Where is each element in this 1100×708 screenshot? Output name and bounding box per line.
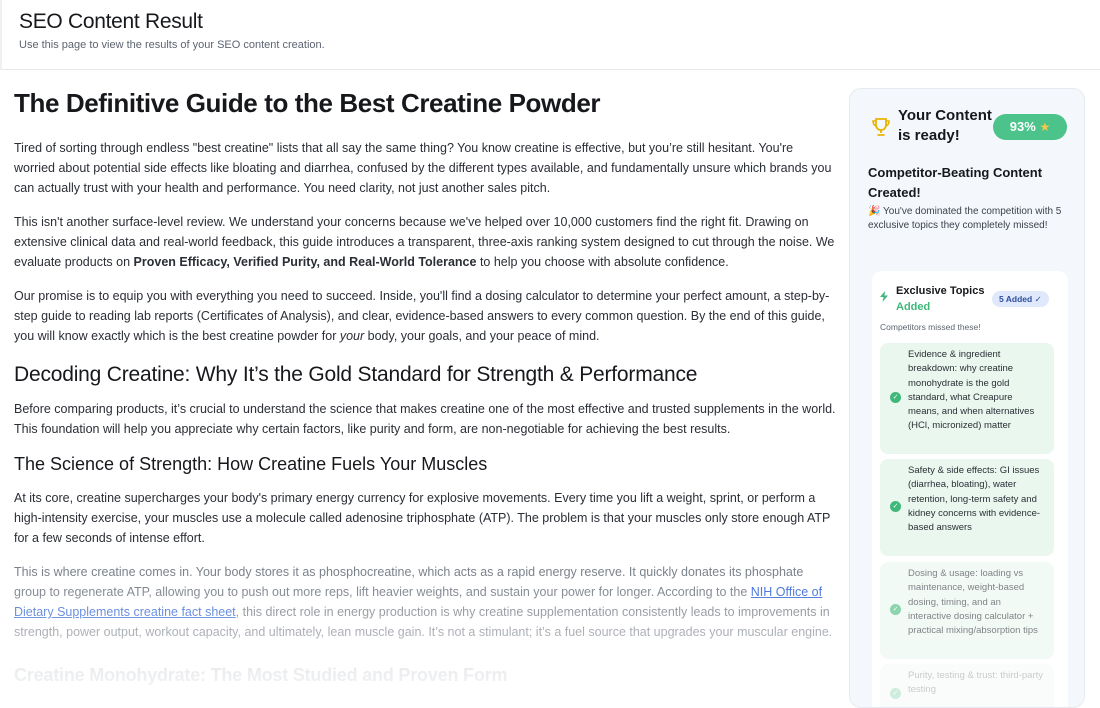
intro-paragraph-2: This isn't another surface-level review.… <box>14 212 836 272</box>
lightning-icon-graphic <box>880 291 888 302</box>
topic-text: Safety & side effects: GI issues (diarrh… <box>908 465 1041 534</box>
check-circle-icon: ✓ <box>890 501 901 512</box>
topic-text: Evidence & ingredient breakdown: why cre… <box>908 349 1035 432</box>
topic-item: ✓ Dosing & usage: loading vs maintenance… <box>880 562 1054 659</box>
section-heading-decoding: Decoding Creatine: Why It’s the Gold Sta… <box>14 363 698 386</box>
trophy-icon <box>870 117 892 142</box>
content-ready-title: Your Content is ready! <box>898 107 992 144</box>
page-subtitle: Use this page to view the results of you… <box>19 39 325 51</box>
decoding-paragraph: Before comparing products, it’s crucial … <box>14 402 836 436</box>
intro-paragraph-1: Tired of sorting through endless "best c… <box>14 141 832 195</box>
score-badge: 93% ★ <box>993 114 1067 140</box>
science-p2-text-a: This is where creatine comes in. Your bo… <box>14 565 804 599</box>
topic-item: ✓ Evidence & ingredient breakdown: why c… <box>880 343 1054 454</box>
competitor-description: 🎉 You've dominated the competition with … <box>868 206 1062 231</box>
topics-title-text: Exclusive Topics <box>896 285 985 297</box>
page-header: SEO Content Result Use this page to view… <box>0 0 1100 70</box>
topic-text: Dosing & usage: loading vs maintenance, … <box>908 568 1038 637</box>
header-left-rule <box>0 0 2 70</box>
intro-paragraph-3: Our promise is to equip you with everyth… <box>14 286 836 346</box>
intro-p3-emphasis: your <box>339 329 365 343</box>
article-title: The Definitive Guide to the Best Creatin… <box>14 88 601 118</box>
article-content: The Definitive Guide to the Best Creatin… <box>14 72 836 700</box>
competitors-missed-note: Competitors missed these! <box>880 322 981 332</box>
topic-text: Purity, testing & trust: third-party tes… <box>908 670 1043 696</box>
check-circle-icon: ✓ <box>890 688 901 699</box>
page-title: SEO Content Result <box>19 10 203 33</box>
exclusive-topics-card: Exclusive Topics Added 5 Added ✓ Competi… <box>872 271 1068 707</box>
exclusive-topics-title: Exclusive Topics Added <box>896 283 996 315</box>
check-circle-icon: ✓ <box>890 392 901 403</box>
section-heading-monohydrate: Creatine Monohydrate: The Most Studied a… <box>14 665 508 685</box>
topics-added-badge: 5 Added ✓ <box>992 291 1049 307</box>
intro-p2-bold: Proven Efficacy, Verified Purity, and Re… <box>133 255 477 269</box>
intro-p2-text-b: to help you choose with absolute confide… <box>476 255 729 269</box>
content-result-panel: Your Content is ready! 93% ★ Competitor-… <box>849 88 1085 708</box>
check-circle-icon: ✓ <box>890 604 901 615</box>
trophy-icon-graphic <box>872 118 890 136</box>
topics-title-added: Added <box>896 301 931 313</box>
lightning-icon <box>880 291 888 305</box>
score-value: 93% <box>1009 119 1036 134</box>
topic-item: ✓ Purity, testing & trust: third-party t… <box>880 664 1054 707</box>
star-icon: ★ <box>1039 120 1051 134</box>
topic-item: ✓ Safety & side effects: GI issues (diar… <box>880 459 1054 556</box>
competitor-title: Competitor-Beating Content Created! <box>868 165 1043 200</box>
subsection-heading-science: The Science of Strength: How Creatine Fu… <box>14 454 488 474</box>
intro-p3-text-b: body, your goals, and your peace of mind… <box>364 329 600 343</box>
science-paragraph-1: At its core, creatine supercharges your … <box>14 491 831 545</box>
science-paragraph-2: This is where creatine comes in. Your bo… <box>14 562 836 642</box>
